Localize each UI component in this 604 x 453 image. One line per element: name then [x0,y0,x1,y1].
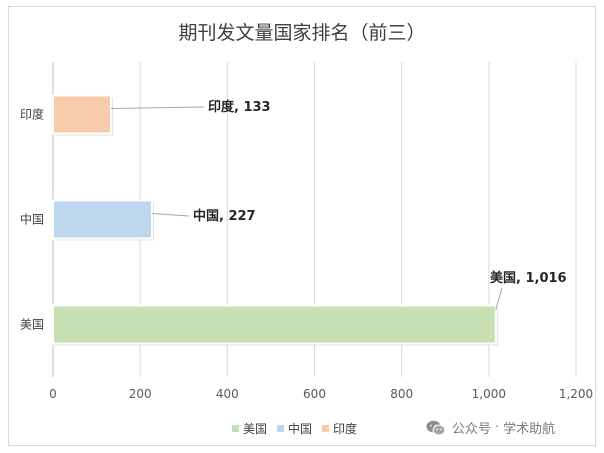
x-tick-label: 200 [129,387,152,401]
legend-item-india: 印度 [322,420,357,437]
legend-label-usa: 美国 [243,422,268,436]
bar-0 [52,304,497,345]
legend-swatch-usa [232,425,239,432]
watermark-account: 公众号 [452,422,492,437]
x-tick-label: 1,200 [559,387,593,401]
category-label: 美国 [20,318,44,332]
legend-swatch-india [322,425,330,432]
legend-item-usa: 美国 [232,420,267,437]
watermark-separator: · [495,420,500,435]
x-tick-label: 0 [49,387,57,401]
legend-label-india: 印度 [333,422,358,436]
watermark: 公众号 · 学术助航 [426,418,559,437]
leader-line [495,287,503,310]
chart-legend: 美国 中国 印度 [232,420,367,437]
x-tick-label: 800 [390,387,413,401]
bar-2 [52,94,112,135]
data-label: 美国, 1,016 [490,270,567,286]
legend-label-china: 中国 [288,422,313,436]
leader-line [110,106,205,109]
bar-chart: 0 200 400 600 800 1,000 1,200 美国 美国, 1,016 中国 中国, … [20,62,593,401]
x-tick-label: 400 [216,387,239,401]
x-tick-label: 600 [303,387,326,401]
category-label: 印度 [20,107,44,122]
category-label: 中国 [20,212,44,227]
bar-1 [52,199,153,240]
data-label: 印度, 133 [208,99,271,115]
data-label: 中国, 227 [193,208,256,224]
legend-item-china: 中国 [277,420,312,437]
leader-line [151,213,190,217]
wechat-icon [426,420,446,435]
x-tick-label: 1,000 [472,387,506,401]
watermark-name: 学术助航 [503,422,556,437]
legend-swatch-china [277,425,285,432]
